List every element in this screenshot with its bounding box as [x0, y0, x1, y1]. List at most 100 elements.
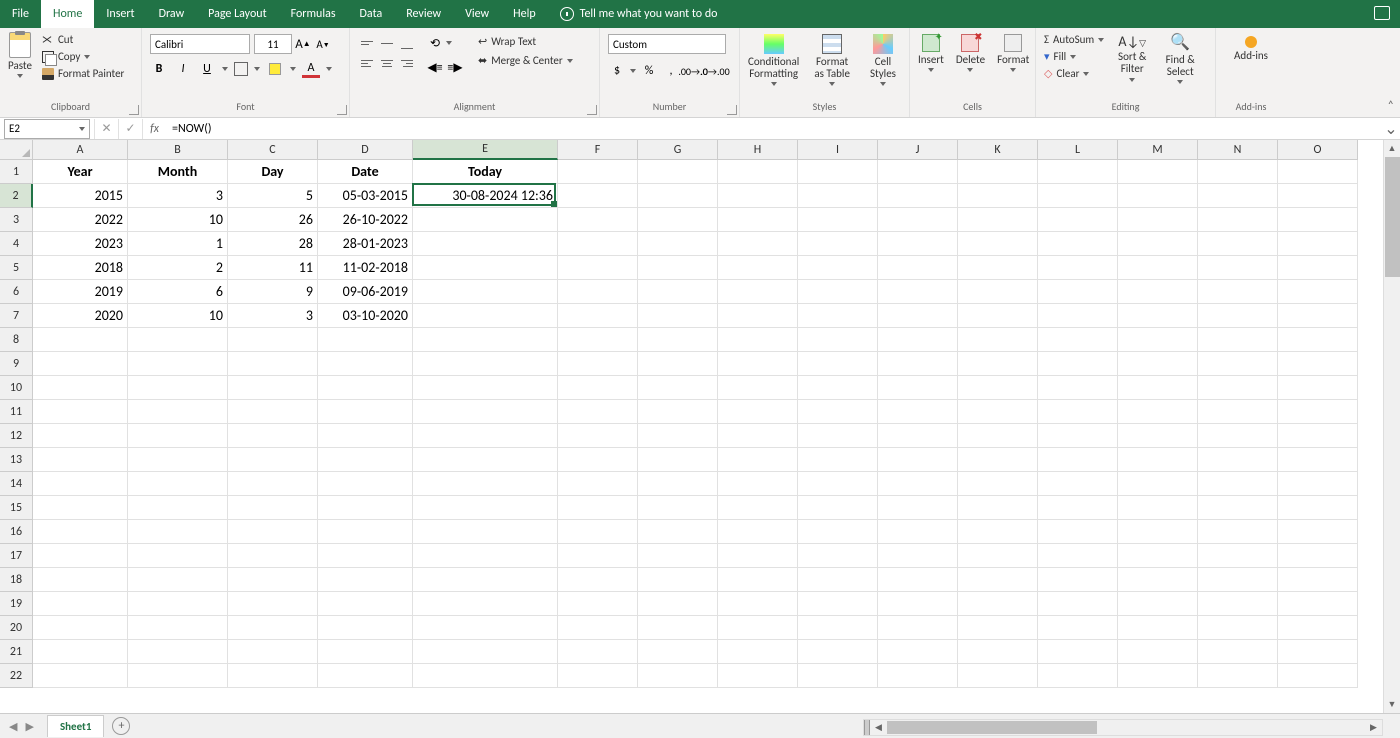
tab-view[interactable]: View: [453, 0, 501, 28]
align-center-button[interactable]: [378, 54, 396, 72]
cell-I1[interactable]: [798, 160, 878, 184]
cell-C20[interactable]: [228, 616, 318, 640]
select-all-corner[interactable]: [0, 140, 33, 160]
sheet-nav-prev[interactable]: ◀: [6, 720, 20, 733]
cell-L13[interactable]: [1038, 448, 1118, 472]
cell-L6[interactable]: [1038, 280, 1118, 304]
cell-O19[interactable]: [1278, 592, 1358, 616]
cell-J4[interactable]: [878, 232, 958, 256]
cell-E21[interactable]: [413, 640, 558, 664]
cell-M12[interactable]: [1118, 424, 1198, 448]
cell-G12[interactable]: [638, 424, 718, 448]
cell-E6[interactable]: [413, 280, 558, 304]
cell-M19[interactable]: [1118, 592, 1198, 616]
cell-O22[interactable]: [1278, 664, 1358, 688]
cell-G5[interactable]: [638, 256, 718, 280]
tab-help[interactable]: Help: [501, 0, 548, 28]
cell-D7[interactable]: 03-10-2020: [318, 304, 413, 328]
col-header-H[interactable]: H: [718, 140, 798, 160]
cell-D3[interactable]: 26-10-2022: [318, 208, 413, 232]
cell-F11[interactable]: [558, 400, 638, 424]
cell-K21[interactable]: [958, 640, 1038, 664]
cell-K19[interactable]: [958, 592, 1038, 616]
decrease-indent-button[interactable]: ◀≡: [426, 58, 444, 76]
cell-O9[interactable]: [1278, 352, 1358, 376]
cell-H20[interactable]: [718, 616, 798, 640]
tab-draw[interactable]: Draw: [147, 0, 197, 28]
cell-J7[interactable]: [878, 304, 958, 328]
cell-D10[interactable]: [318, 376, 413, 400]
cell-I4[interactable]: [798, 232, 878, 256]
cell-L12[interactable]: [1038, 424, 1118, 448]
cell-I12[interactable]: [798, 424, 878, 448]
cell-M16[interactable]: [1118, 520, 1198, 544]
cell-K3[interactable]: [958, 208, 1038, 232]
cell-C8[interactable]: [228, 328, 318, 352]
row-header-21[interactable]: 21: [0, 640, 33, 664]
cell-F6[interactable]: [558, 280, 638, 304]
tab-data[interactable]: Data: [348, 0, 395, 28]
cell-O13[interactable]: [1278, 448, 1358, 472]
cell-C2[interactable]: 5: [228, 184, 318, 208]
cell-D2[interactable]: 05-03-2015: [318, 184, 413, 208]
clear-button[interactable]: ◇Clear: [1042, 66, 1106, 81]
row-header-11[interactable]: 11: [0, 400, 33, 424]
cell-O20[interactable]: [1278, 616, 1358, 640]
cell-K11[interactable]: [958, 400, 1038, 424]
cell-A4[interactable]: 2023: [33, 232, 128, 256]
vscroll-thumb[interactable]: [1385, 157, 1400, 277]
cell-O8[interactable]: [1278, 328, 1358, 352]
cell-N20[interactable]: [1198, 616, 1278, 640]
cell-F16[interactable]: [558, 520, 638, 544]
cell-F14[interactable]: [558, 472, 638, 496]
cell-B1[interactable]: Month: [128, 160, 228, 184]
cell-J19[interactable]: [878, 592, 958, 616]
merge-center-button[interactable]: ⬌Merge & Center: [476, 53, 575, 68]
cell-B20[interactable]: [128, 616, 228, 640]
cell-E13[interactable]: [413, 448, 558, 472]
cell-H8[interactable]: [718, 328, 798, 352]
cell-F1[interactable]: [558, 160, 638, 184]
cell-C9[interactable]: [228, 352, 318, 376]
cell-H18[interactable]: [718, 568, 798, 592]
cell-M2[interactable]: [1118, 184, 1198, 208]
cell-D9[interactable]: [318, 352, 413, 376]
expand-formula-bar-button[interactable]: ⌄: [1382, 119, 1400, 139]
cell-J17[interactable]: [878, 544, 958, 568]
cell-D8[interactable]: [318, 328, 413, 352]
copy-button[interactable]: Copy: [40, 49, 126, 64]
cell-K7[interactable]: [958, 304, 1038, 328]
cell-B16[interactable]: [128, 520, 228, 544]
cell-L21[interactable]: [1038, 640, 1118, 664]
cell-M21[interactable]: [1118, 640, 1198, 664]
cell-I18[interactable]: [798, 568, 878, 592]
cell-A15[interactable]: [33, 496, 128, 520]
cell-C19[interactable]: [228, 592, 318, 616]
new-sheet-button[interactable]: +: [112, 717, 130, 735]
row-header-12[interactable]: 12: [0, 424, 33, 448]
cell-O7[interactable]: [1278, 304, 1358, 328]
cell-A7[interactable]: 2020: [33, 304, 128, 328]
cell-A20[interactable]: [33, 616, 128, 640]
col-header-B[interactable]: B: [128, 140, 228, 160]
cell-H10[interactable]: [718, 376, 798, 400]
cell-F2[interactable]: [558, 184, 638, 208]
cell-J8[interactable]: [878, 328, 958, 352]
cell-D13[interactable]: [318, 448, 413, 472]
cell-E1[interactable]: Today: [413, 160, 558, 184]
cell-N14[interactable]: [1198, 472, 1278, 496]
cell-N16[interactable]: [1198, 520, 1278, 544]
cell-J22[interactable]: [878, 664, 958, 688]
cell-I10[interactable]: [798, 376, 878, 400]
wrap-text-button[interactable]: ↩Wrap Text: [476, 34, 575, 49]
fill-button[interactable]: ▾Fill: [1042, 49, 1106, 64]
cell-N6[interactable]: [1198, 280, 1278, 304]
share-icon[interactable]: [1374, 6, 1390, 20]
cell-A5[interactable]: 2018: [33, 256, 128, 280]
cell-L1[interactable]: [1038, 160, 1118, 184]
cell-L3[interactable]: [1038, 208, 1118, 232]
cell-B21[interactable]: [128, 640, 228, 664]
cell-I9[interactable]: [798, 352, 878, 376]
decrease-decimal-button[interactable]: .0→.00: [706, 62, 724, 80]
cell-A2[interactable]: 2015: [33, 184, 128, 208]
